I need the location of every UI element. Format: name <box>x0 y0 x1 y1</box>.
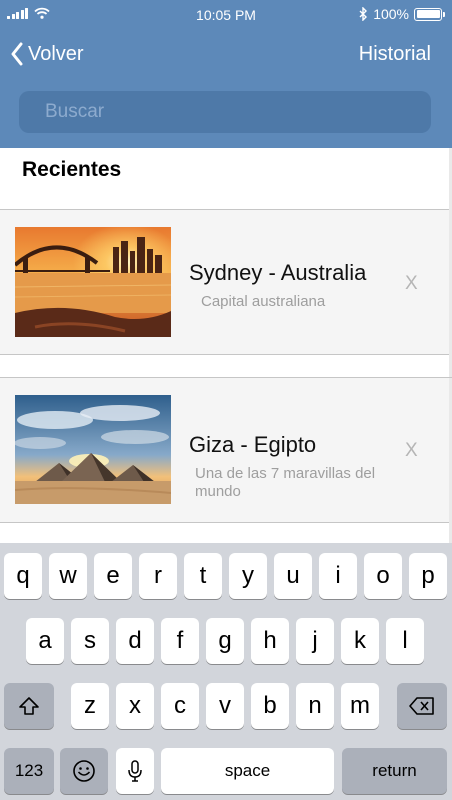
chevron-left-icon <box>11 42 23 66</box>
numbers-key[interactable]: 123 <box>4 748 54 794</box>
battery-percent: 100% <box>373 6 409 22</box>
key-g[interactable]: g <box>206 618 244 664</box>
key-s[interactable]: s <box>71 618 109 664</box>
key-i[interactable]: i <box>319 553 357 599</box>
item-title: Giza - Egipto <box>189 432 317 457</box>
item-description: Una de las 7 maravillas del mundo <box>195 465 376 500</box>
key-z[interactable]: z <box>71 683 109 729</box>
key-e[interactable]: e <box>94 553 132 599</box>
search-field[interactable] <box>19 91 431 133</box>
key-k[interactable]: k <box>341 618 379 664</box>
search-input[interactable] <box>19 91 431 133</box>
key-x[interactable]: x <box>116 683 154 729</box>
key-l[interactable]: l <box>386 618 424 664</box>
key-o[interactable]: o <box>364 553 402 599</box>
microphone-icon <box>128 760 142 782</box>
emoji-icon <box>73 760 95 782</box>
navigation-bar: Volver Historial <box>0 34 452 78</box>
bluetooth-icon <box>359 7 368 21</box>
list-item[interactable]: Giza - Egipto Una de las 7 maravillas de… <box>0 378 449 523</box>
header-bar: 10:05 PM 100% Volver Historial <box>0 0 452 148</box>
return-key[interactable]: return <box>342 748 447 794</box>
shift-icon <box>19 697 39 715</box>
space-key[interactable]: space <box>161 748 334 794</box>
key-h[interactable]: h <box>251 618 289 664</box>
dictation-key[interactable] <box>116 748 154 794</box>
key-q[interactable]: q <box>4 553 42 599</box>
key-n[interactable]: n <box>296 683 334 729</box>
key-c[interactable]: c <box>161 683 199 729</box>
key-p[interactable]: p <box>409 553 447 599</box>
remove-button[interactable]: X <box>405 273 418 295</box>
back-label: Volver <box>28 42 84 65</box>
delete-key[interactable] <box>397 683 447 729</box>
emoji-key[interactable] <box>60 748 108 794</box>
key-d[interactable]: d <box>116 618 154 664</box>
sydney-thumbnail <box>15 227 171 337</box>
key-y[interactable]: y <box>229 553 267 599</box>
section-title: Recientes <box>22 158 122 181</box>
giza-pyramids-image <box>15 395 171 504</box>
key-w[interactable]: w <box>49 553 87 599</box>
key-b[interactable]: b <box>251 683 289 729</box>
key-r[interactable]: r <box>139 553 177 599</box>
history-button[interactable]: Historial <box>359 43 431 66</box>
key-j[interactable]: j <box>296 618 334 664</box>
key-t[interactable]: t <box>184 553 222 599</box>
item-title: Sydney - Australia <box>189 260 367 285</box>
backspace-icon <box>409 697 434 715</box>
key-a[interactable]: a <box>26 618 64 664</box>
item-description: Capital australiana <box>201 293 326 310</box>
key-v[interactable]: v <box>206 683 244 729</box>
back-button[interactable]: Volver <box>10 42 84 66</box>
key-f[interactable]: f <box>161 618 199 664</box>
key-u[interactable]: u <box>274 553 312 599</box>
remove-button[interactable]: X <box>405 440 418 462</box>
status-bar: 10:05 PM 100% <box>0 0 452 30</box>
sydney-harbour-image <box>15 227 171 337</box>
shift-key[interactable] <box>4 683 54 729</box>
keyboard: q w e r t y u i o p a s d f g h j k l z … <box>0 543 452 800</box>
status-right: 100% <box>359 6 445 22</box>
key-m[interactable]: m <box>341 683 379 729</box>
list-item[interactable]: Sydney - Australia Capital australiana X <box>0 209 449 355</box>
giza-thumbnail <box>15 395 171 504</box>
battery-icon <box>414 7 445 21</box>
